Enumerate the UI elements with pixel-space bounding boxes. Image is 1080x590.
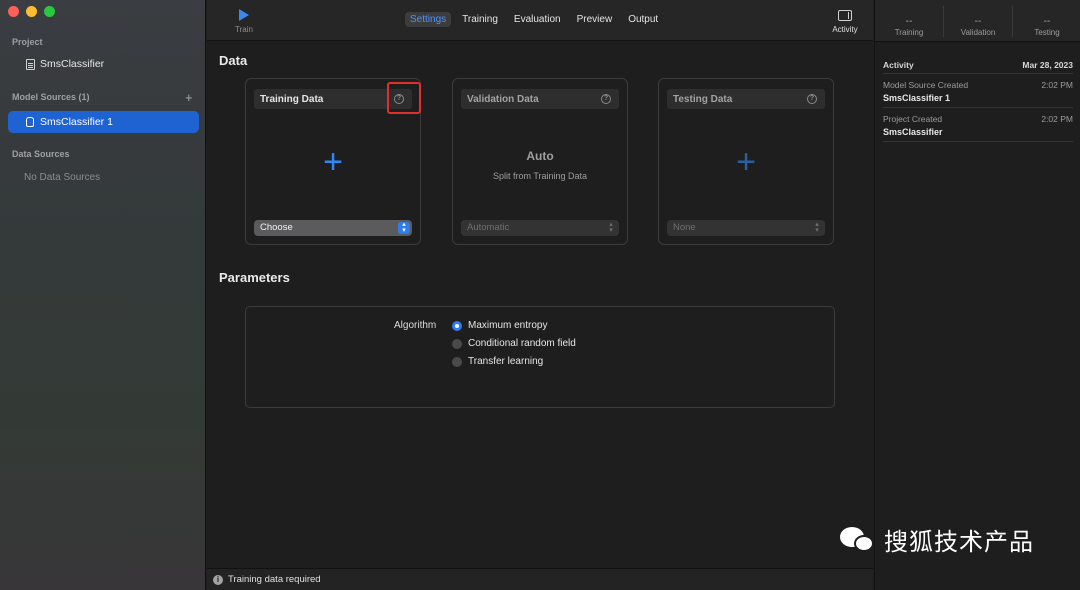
select-value: Choose xyxy=(260,222,293,233)
activity-event: Project Created xyxy=(883,114,943,124)
toolbar: Train Settings Training Evaluation Previ… xyxy=(207,0,873,41)
data-section-title: Data xyxy=(219,53,248,68)
sidebar-item-project[interactable]: SmsClassifier xyxy=(26,58,104,70)
testing-data-select: None ▴ ▾ xyxy=(667,220,825,236)
watermark: 搜狐技术产品 xyxy=(838,522,1034,557)
model-sources-header: Model Sources (1) xyxy=(12,92,90,102)
validation-data-header: Validation Data ? xyxy=(461,89,619,109)
activity-time: 2:02 PM xyxy=(1041,114,1073,124)
algorithm-option-maximum-entropy[interactable]: Maximum entropy xyxy=(452,320,547,331)
activity-event: Model Source Created xyxy=(883,80,969,90)
option-label: Conditional random field xyxy=(468,338,576,349)
option-label: Transfer learning xyxy=(468,356,544,367)
card-title: Testing Data xyxy=(673,93,733,105)
metric-value: -- xyxy=(905,16,913,27)
metric-training: -- Training xyxy=(875,6,944,37)
activity-label: Activity xyxy=(832,25,858,34)
radio-icon[interactable] xyxy=(452,356,462,367)
sidebar-item-label: SmsClassifier 1 xyxy=(40,116,113,128)
sidebar-item-model-source[interactable]: SmsClassifier 1 xyxy=(8,111,199,133)
training-data-select[interactable]: Choose ▴ ▾ xyxy=(254,220,412,236)
window-controls xyxy=(8,6,55,17)
parameters-box: Algorithm Maximum entropy Conditional ra… xyxy=(245,306,835,408)
tab-bar: Settings Training Evaluation Preview Out… xyxy=(405,12,663,27)
data-sources-header: Data Sources xyxy=(12,149,70,159)
sidebar-item-label: SmsClassifier xyxy=(40,58,105,70)
algorithm-option-crf[interactable]: Conditional random field xyxy=(452,338,576,349)
help-icon[interactable]: ? xyxy=(807,94,817,104)
train-label: Train xyxy=(235,25,253,34)
help-highlight-box xyxy=(387,82,421,114)
metric-value: -- xyxy=(1043,16,1051,27)
testing-data-header: Testing Data ? xyxy=(667,89,825,109)
watermark-text: 搜狐技术产品 xyxy=(884,528,1034,556)
data-sources-empty-text: No Data Sources xyxy=(24,172,101,183)
activity-name: SmsClassifier xyxy=(883,127,943,137)
activity-date: Mar 28, 2023 xyxy=(1022,59,1073,70)
auto-subtitle: Split from Training Data xyxy=(492,171,588,181)
validation-data-card: Validation Data ? Auto Split from Traini… xyxy=(452,78,628,245)
tab-preview[interactable]: Preview xyxy=(572,12,618,27)
activity-time: 2:02 PM xyxy=(1041,80,1073,90)
select-value: Automatic xyxy=(467,222,510,233)
close-window-button[interactable] xyxy=(8,6,19,17)
algorithm-label: Algorithm xyxy=(394,320,437,331)
tab-settings[interactable]: Settings xyxy=(405,12,452,27)
chevron-up-down-icon: ▴ ▾ xyxy=(398,221,410,234)
metric-label: Training xyxy=(894,28,924,37)
document-icon xyxy=(26,58,35,70)
add-testing-data-button[interactable]: + xyxy=(659,145,833,179)
status-message: Training data required xyxy=(228,574,321,585)
metric-testing: -- Testing xyxy=(1013,6,1080,38)
tab-output[interactable]: Output xyxy=(623,12,663,27)
maximize-window-button[interactable] xyxy=(44,6,55,17)
activity-entry[interactable]: Project Created 2:02 PM SmsClassifier xyxy=(883,109,1073,142)
chevron-up-down-icon: ▴ ▾ xyxy=(815,221,819,234)
metric-validation: -- Validation xyxy=(944,6,1013,37)
minimize-window-button[interactable] xyxy=(26,6,37,17)
tab-training[interactable]: Training xyxy=(457,12,503,27)
tab-evaluation[interactable]: Evaluation xyxy=(509,12,566,27)
model-source-icon xyxy=(26,117,34,127)
algorithm-option-transfer-learning[interactable]: Transfer learning xyxy=(452,356,543,367)
main-content: Train Settings Training Evaluation Previ… xyxy=(207,0,873,590)
validation-data-select: Automatic ▴ ▾ xyxy=(461,220,619,236)
select-value: None xyxy=(673,222,696,233)
activity-entry[interactable]: Model Source Created 2:02 PM SmsClassifi… xyxy=(883,75,1073,108)
metric-value: -- xyxy=(974,16,982,27)
card-title: Training Data xyxy=(260,93,324,105)
activity-title: Activity xyxy=(883,59,914,70)
help-icon[interactable]: ? xyxy=(601,94,611,104)
activity-panel: -- Training -- Validation -- Testing Act… xyxy=(874,0,1080,590)
chevron-up-down-icon: ▴ ▾ xyxy=(609,221,613,234)
auto-title: Auto xyxy=(526,149,554,163)
wechat-icon xyxy=(838,523,878,557)
testing-data-card: Testing Data ? + None ▴ ▾ xyxy=(658,78,834,245)
activity-name: SmsClassifier 1 xyxy=(883,93,951,103)
activity-header: Activity Mar 28, 2023 xyxy=(883,58,1073,74)
card-title: Validation Data xyxy=(467,93,539,105)
sidebar: Project SmsClassifier Model Sources (1) … xyxy=(0,0,206,590)
project-header: Project xyxy=(12,37,43,47)
metrics-bar: -- Training -- Validation -- Testing xyxy=(875,0,1080,42)
activity-button[interactable]: Activity xyxy=(825,10,865,34)
train-button[interactable]: Train xyxy=(233,9,255,34)
info-icon: i xyxy=(213,574,223,585)
parameters-section-title: Parameters xyxy=(219,270,290,285)
radio-selected-icon[interactable] xyxy=(452,320,462,331)
option-label: Maximum entropy xyxy=(468,320,548,331)
add-model-source-button[interactable]: + xyxy=(185,90,193,105)
play-icon xyxy=(239,9,249,21)
sidebar-toggle-icon xyxy=(838,10,852,21)
add-training-data-button[interactable]: + xyxy=(246,145,420,179)
metric-label: Testing xyxy=(1034,28,1060,37)
metric-label: Validation xyxy=(960,28,996,37)
status-bar: i Training data required xyxy=(207,568,873,590)
radio-icon[interactable] xyxy=(452,338,462,349)
